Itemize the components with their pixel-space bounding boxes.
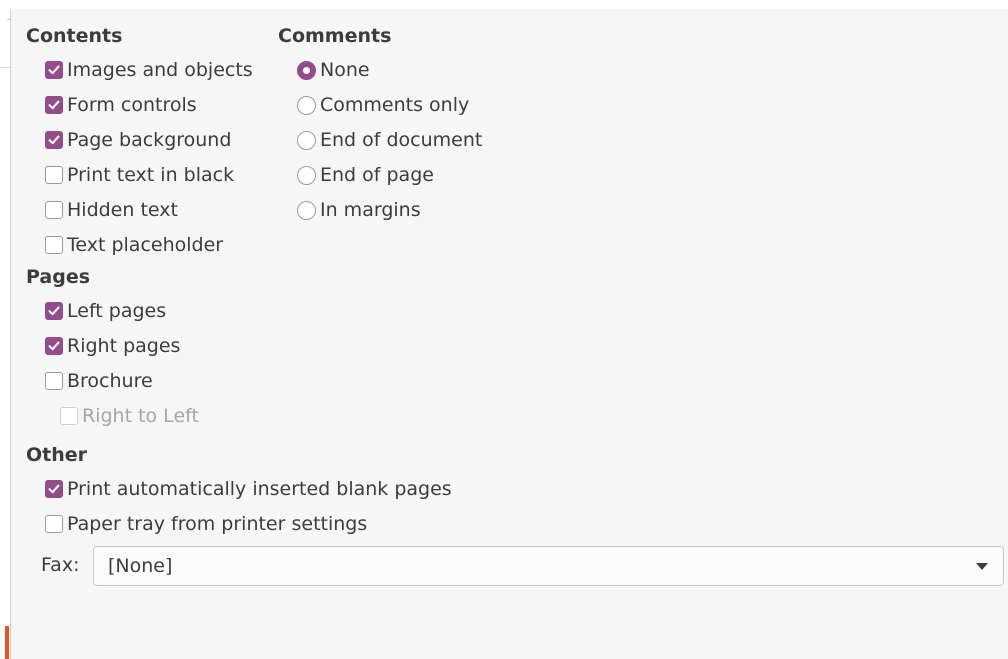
checkbox-form-controls[interactable]: Form controls <box>45 93 197 117</box>
checkbox-icon[interactable] <box>45 302 63 320</box>
checkbox-label: Brochure <box>67 370 153 392</box>
focus-marker <box>5 626 9 659</box>
checkbox-icon[interactable] <box>45 480 63 498</box>
checkbox-icon[interactable] <box>45 131 63 149</box>
other-heading: Other <box>26 444 88 466</box>
radio-icon[interactable] <box>297 200 316 220</box>
checkbox-images-and-objects[interactable]: Images and objects <box>45 58 253 82</box>
checkbox-icon[interactable] <box>45 515 63 533</box>
checkbox-print-text-in-black[interactable]: Print text in black <box>45 163 234 187</box>
checkbox-label: Images and objects <box>67 59 253 81</box>
radio-comments-only[interactable]: Comments only <box>297 93 469 117</box>
checkbox-label: Right pages <box>67 335 181 357</box>
checkbox-icon[interactable] <box>45 201 63 219</box>
checkbox-icon[interactable] <box>45 236 63 254</box>
fax-select-value: [None] <box>108 555 173 577</box>
checkbox-icon[interactable] <box>60 407 78 425</box>
radio-label: None <box>320 59 370 81</box>
checkbox-icon[interactable] <box>45 372 63 390</box>
checkbox-icon[interactable] <box>45 96 63 114</box>
checkbox-label: Paper tray from printer settings <box>67 513 368 535</box>
radio-none[interactable]: None <box>297 58 370 82</box>
checkbox-label: Left pages <box>67 300 167 322</box>
checkbox-brochure[interactable]: Brochure <box>45 369 153 393</box>
checkbox-label: Print automatically inserted blank pages <box>67 478 452 500</box>
checkbox-label: Page background <box>67 129 232 151</box>
radio-label: End of page <box>320 164 434 186</box>
checkbox-hidden-text[interactable]: Hidden text <box>45 198 178 222</box>
checkbox-icon[interactable] <box>45 166 63 184</box>
frame-divider <box>0 67 10 68</box>
radio-in-margins[interactable]: In margins <box>297 198 421 222</box>
radio-label: In margins <box>320 199 421 221</box>
chevron-down-icon[interactable] <box>976 563 988 570</box>
contents-heading: Contents <box>26 25 123 47</box>
checkbox-text-placeholder[interactable]: Text placeholder <box>45 233 223 257</box>
radio-icon[interactable] <box>297 165 316 185</box>
fax-label: Fax: <box>41 554 80 576</box>
comments-heading: Comments <box>278 25 392 47</box>
checkbox-right-pages[interactable]: Right pages <box>45 334 180 358</box>
checkbox-label: Form controls <box>67 94 197 116</box>
checkbox-left-pages[interactable]: Left pages <box>45 299 166 323</box>
checkbox-paper-tray[interactable]: Paper tray from printer settings <box>45 512 367 536</box>
checkbox-icon[interactable] <box>45 61 63 79</box>
checkbox-label: Right to Left <box>82 405 199 427</box>
pages-heading: Pages <box>26 266 91 288</box>
checkbox-right-to-left[interactable]: Right to Left <box>60 404 199 428</box>
checkbox-page-background[interactable]: Page background <box>45 128 231 152</box>
radio-end-of-page[interactable]: End of page <box>297 163 434 187</box>
checkbox-icon[interactable] <box>45 337 63 355</box>
radio-icon[interactable] <box>297 60 316 80</box>
radio-end-of-document[interactable]: End of document <box>297 128 482 152</box>
radio-icon[interactable] <box>297 130 316 150</box>
checkbox-label: Print text in black <box>67 164 235 186</box>
checkbox-label: Hidden text <box>67 199 178 221</box>
checkbox-print-blank-pages[interactable]: Print automatically inserted blank pages <box>45 477 452 501</box>
radio-label: End of document <box>320 129 483 151</box>
radio-label: Comments only <box>320 94 470 116</box>
radio-icon[interactable] <box>297 95 316 115</box>
checkbox-label: Text placeholder <box>67 234 224 256</box>
fax-select[interactable]: [None] <box>93 546 1004 586</box>
